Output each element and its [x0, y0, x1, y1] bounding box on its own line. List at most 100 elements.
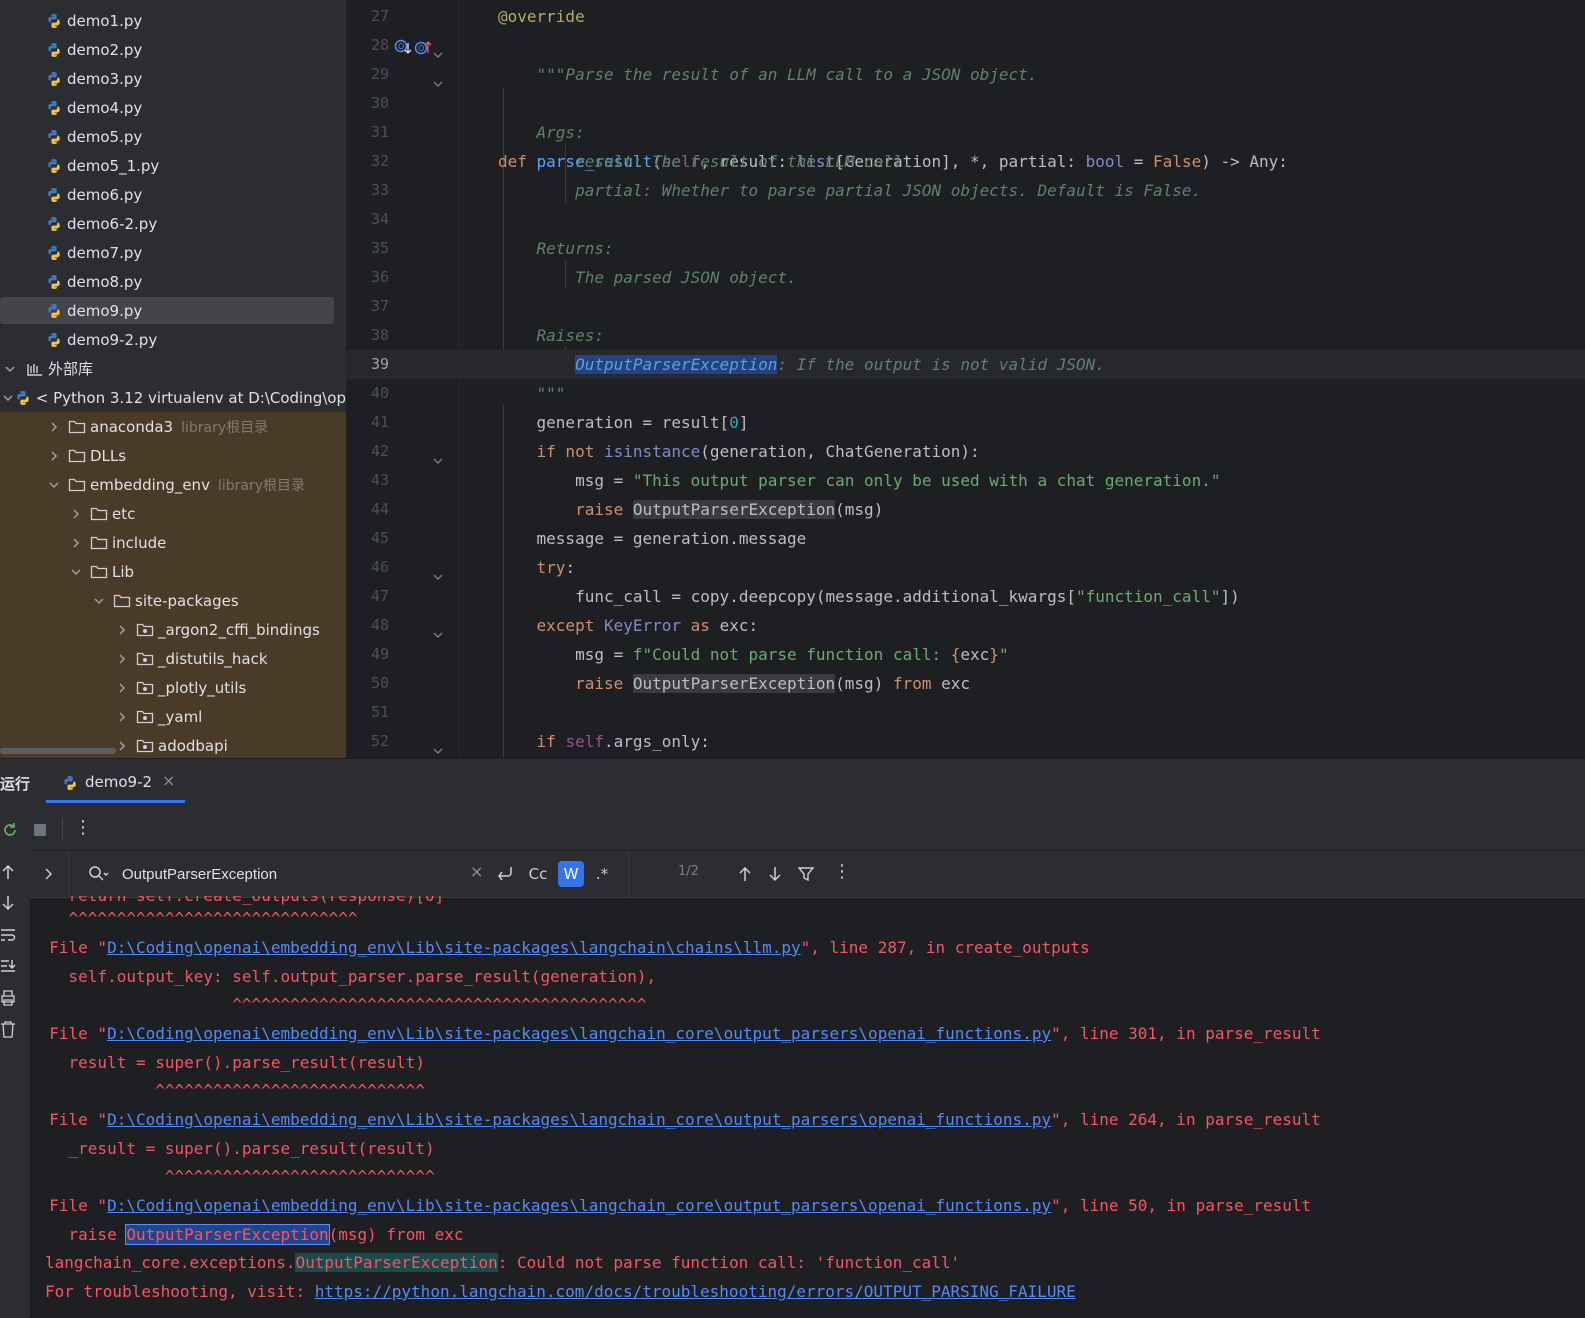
code-line[interactable]: 29 """Parse the result of an LLM call to… — [346, 60, 1585, 89]
tree-file[interactable]: demo5_1.py — [0, 151, 346, 180]
clear-search-icon[interactable]: × — [470, 862, 483, 881]
tree-folder-etc[interactable]: etc — [0, 499, 346, 528]
code-line[interactable]: 46 try: — [346, 553, 1585, 582]
tree-package[interactable]: _yaml — [0, 702, 346, 731]
chevron-right-icon — [70, 508, 82, 520]
tree-package[interactable]: _plotly_utils — [0, 673, 346, 702]
tree-file[interactable]: demo9-2.py — [0, 325, 346, 354]
code-line[interactable]: 31 Args: — [346, 118, 1585, 147]
stop-icon[interactable] — [32, 822, 48, 838]
python-file-icon — [17, 390, 29, 405]
tree-folder-site-packages[interactable]: site-packages — [0, 586, 346, 615]
code-line[interactable]: 43 msg = "This output parser can only be… — [346, 466, 1585, 495]
code-line[interactable]: 47 func_call = copy.deepcopy(message.add… — [346, 582, 1585, 611]
search-icon[interactable] — [88, 865, 110, 883]
tree-file[interactable]: demo1.py — [0, 6, 346, 35]
tree-interpreter[interactable]: < Python 3.12 virtualenv at D:\Coding\op — [0, 383, 346, 412]
code-line[interactable]: 42 if not isinstance(generation, ChatGen… — [346, 437, 1585, 466]
tree-package-label: _plotly_utils — [158, 678, 247, 697]
tree-horizontal-scrollbar[interactable] — [0, 748, 116, 754]
code-line[interactable]: 49 msg = f"Could not parse function call… — [346, 640, 1585, 669]
chevron-right-icon[interactable] — [44, 868, 54, 880]
code-line[interactable]: 33 partial: Whether to parse partial JSO… — [346, 176, 1585, 205]
tree-file[interactable]: demo7.py — [0, 238, 346, 267]
code-line[interactable]: 34 — [346, 205, 1585, 234]
tree-folder-hint: library根目录 — [181, 419, 269, 436]
code-line[interactable]: 35 Returns: — [346, 234, 1585, 263]
tree-folder-anaconda3[interactable]: anaconda3 library根目录 — [0, 412, 346, 441]
fold-chevron-icon[interactable] — [432, 737, 444, 758]
code-line[interactable]: 50 raise OutputParserException(msg) from… — [346, 669, 1585, 698]
code-text: """Parse the result of an LLM call to a … — [498, 65, 1038, 84]
match-case-button[interactable]: Cc — [526, 861, 550, 887]
regex-button[interactable]: .* — [590, 861, 614, 887]
tree-package-label: _argon2_cffi_bindings — [158, 620, 320, 639]
whole-words-button[interactable]: W — [558, 861, 584, 887]
chevron-right-icon — [116, 682, 128, 694]
soft-wrap-icon[interactable] — [0, 928, 16, 942]
arrow-down-icon[interactable] — [1, 895, 15, 911]
troubleshooting-link[interactable]: https://python.langchain.com/docs/troubl… — [315, 1282, 1076, 1301]
more-options-icon[interactable]: ⋮ — [74, 817, 92, 838]
tree-external-libraries[interactable]: 外部库 — [0, 354, 346, 383]
tree-package-label: _distutils_hack — [158, 649, 268, 668]
code-line[interactable]: 30 — [346, 89, 1585, 118]
tree-file[interactable]: demo3.py — [0, 64, 346, 93]
tree-file[interactable]: demo8.py — [0, 267, 346, 296]
code-line[interactable]: 27 @override — [346, 2, 1585, 31]
code-line-current[interactable]: 39 OutputParserException: If the output … — [346, 350, 1585, 379]
code-line[interactable]: 32 result: The result of the LLM call. — [346, 147, 1585, 176]
scroll-to-end-icon[interactable] — [0, 958, 16, 974]
code-line[interactable]: 44 raise OutputParserException(msg) — [346, 495, 1585, 524]
tree-folder-include[interactable]: include — [0, 528, 346, 557]
more-options-icon[interactable]: ⋮ — [833, 861, 851, 882]
next-match-icon[interactable] — [768, 866, 782, 882]
rerun-icon[interactable] — [1, 821, 19, 839]
tree-file[interactable]: demo6-2.py — [0, 209, 346, 238]
code-line[interactable]: 28 O O def parse_result(self, result: li… — [346, 31, 1585, 171]
code-line[interactable]: 45 message = generation.message — [346, 524, 1585, 553]
python-file-icon — [48, 100, 60, 115]
tree-folder-dlls[interactable]: DLLs — [0, 441, 346, 470]
tree-package[interactable]: _distutils_hack — [0, 644, 346, 673]
trash-icon[interactable] — [0, 1020, 16, 1038]
override-gutter-icon[interactable]: O — [394, 37, 414, 55]
code-line[interactable]: 38 Raises: — [346, 321, 1585, 350]
line-number: 44 — [370, 500, 389, 518]
tree-file-selected[interactable]: demo9.py — [0, 296, 346, 325]
code-line[interactable]: 36 The parsed JSON object. — [346, 263, 1585, 292]
print-icon[interactable] — [0, 990, 16, 1006]
file-link[interactable]: D:\Coding\openai\embedding_env\Lib\site-… — [107, 938, 801, 957]
chevron-right-icon — [70, 537, 82, 549]
arrow-up-icon[interactable] — [1, 864, 15, 880]
file-link[interactable]: D:\Coding\openai\embedding_env\Lib\site-… — [107, 1024, 1051, 1043]
console-text: File " — [30, 938, 108, 957]
console-output[interactable]: return self.create_outputs(response)[0] … — [30, 896, 1585, 1318]
tree-file[interactable]: demo6.py — [0, 180, 346, 209]
new-line-icon[interactable] — [496, 865, 514, 883]
tree-file[interactable]: demo2.py — [0, 35, 346, 64]
tree-folder-lib[interactable]: Lib — [0, 557, 346, 586]
active-tab-underline — [46, 800, 185, 803]
console-search-input[interactable] — [122, 861, 452, 887]
tree-folder-embedding-env[interactable]: embedding_env library根目录 — [0, 470, 346, 499]
code-line[interactable]: 52 if self.args_only: — [346, 727, 1585, 756]
close-tab-icon[interactable]: × — [162, 771, 175, 790]
code-editor[interactable]: 27 @override 28 O O def parse_result(self… — [346, 0, 1585, 758]
previous-match-icon[interactable] — [738, 866, 752, 882]
code-line[interactable]: 40 """ — [346, 379, 1585, 408]
tree-file[interactable]: demo5.py — [0, 122, 346, 151]
code-line[interactable]: 48 except KeyError as exc: — [346, 611, 1585, 640]
tree-file[interactable]: demo4.py — [0, 93, 346, 122]
file-link[interactable]: D:\Coding\openai\embedding_env\Lib\site-… — [107, 1196, 1051, 1215]
file-link[interactable]: D:\Coding\openai\embedding_env\Lib\site-… — [107, 1110, 1051, 1129]
folder-icon — [68, 478, 86, 491]
tree-package[interactable]: _argon2_cffi_bindings — [0, 615, 346, 644]
overridden-gutter-icon[interactable]: O — [414, 37, 434, 55]
filter-icon[interactable] — [798, 866, 814, 882]
code-line[interactable]: 41 generation = result[0] — [346, 408, 1585, 437]
code-line[interactable]: 37 — [346, 292, 1585, 321]
code-line[interactable]: 51 — [346, 698, 1585, 727]
python-file-icon — [48, 42, 60, 57]
run-tab-demo9-2[interactable]: demo9-2 × — [46, 759, 185, 809]
